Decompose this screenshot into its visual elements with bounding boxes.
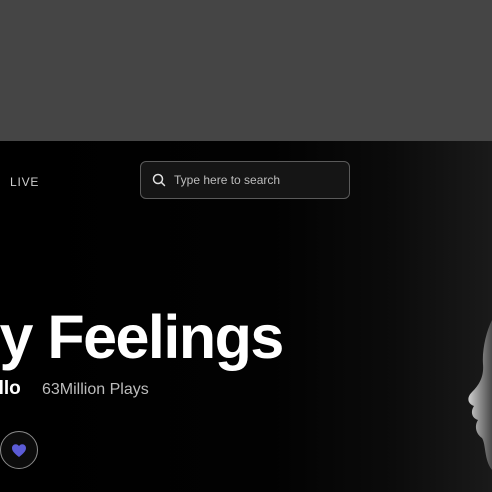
top-banner (0, 0, 492, 141)
page: LIVE ly Feelings ello 63Million Plays (0, 0, 492, 492)
search-icon (152, 173, 166, 187)
search-bar[interactable] (140, 161, 350, 199)
nav-live-link[interactable]: LIVE (10, 175, 39, 189)
song-title: ly Feelings (0, 303, 284, 371)
like-button[interactable] (0, 431, 38, 469)
heart-icon (12, 443, 26, 457)
search-input[interactable] (174, 173, 341, 187)
artist-name[interactable]: ello (0, 377, 21, 401)
play-count: 63Million Plays (42, 381, 149, 398)
artist-portrait (468, 320, 492, 470)
